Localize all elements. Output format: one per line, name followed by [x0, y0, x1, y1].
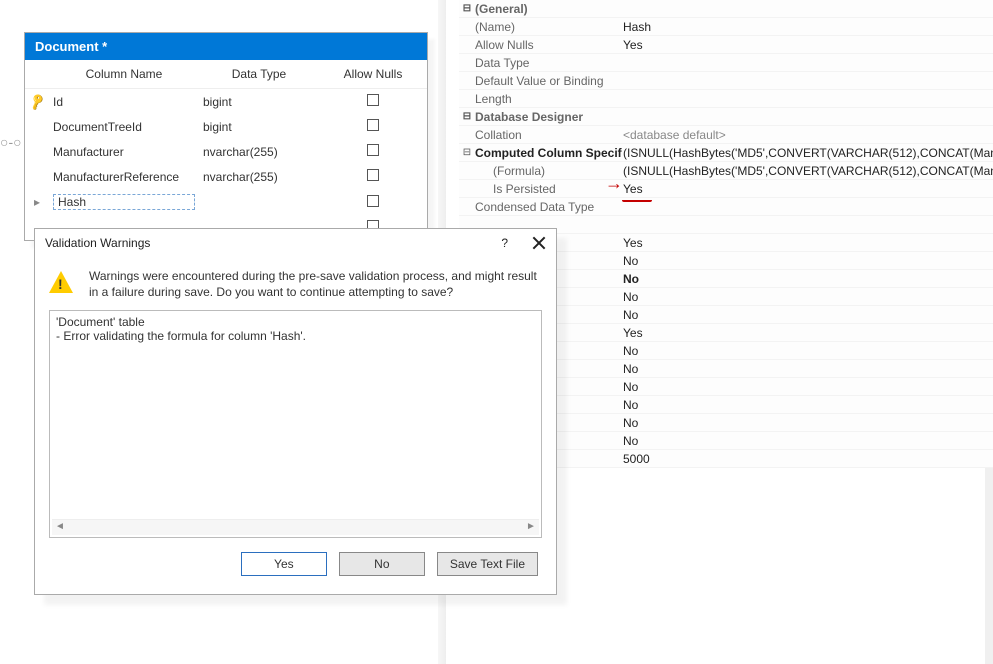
category-designer: Database Designer [475, 110, 623, 124]
checkbox-allow-nulls[interactable] [367, 119, 379, 131]
cell-name[interactable]: Id [49, 89, 199, 115]
cell-type[interactable]: nvarchar(255) [199, 164, 319, 189]
warning-line: 'Document' table [56, 315, 535, 329]
collapse-icon[interactable]: ⊟ [459, 111, 475, 122]
prop-name: (Name) [475, 20, 623, 34]
cell-name[interactable]: Manufacturer [49, 139, 199, 164]
cell-name[interactable]: ManufacturerReference [49, 164, 199, 189]
prop-formula: (Formula) [475, 164, 623, 178]
help-button[interactable]: ? [501, 236, 508, 250]
prop-collation-value[interactable]: <database default> [623, 128, 993, 142]
cell-type[interactable]: bigint [199, 114, 319, 139]
annotation-arrow: → [605, 173, 623, 194]
cell-type[interactable] [199, 189, 319, 215]
checkbox-allow-nulls[interactable] [367, 169, 379, 181]
scroll-left-icon[interactable]: ◄ [52, 520, 68, 534]
table-row[interactable]: 🔑 Id bigint [25, 89, 427, 115]
key-icon: 🔑 [27, 92, 46, 111]
warning-line: - Error validating the formula for colum… [56, 329, 535, 343]
cell-name[interactable]: DocumentTreeId [49, 114, 199, 139]
horizontal-scrollbar[interactable]: ◄ ► [52, 519, 539, 535]
cell-type[interactable]: bigint [199, 89, 319, 115]
table-row[interactable]: ManufacturerReference nvarchar(255) [25, 164, 427, 189]
prop-computed-spec-value[interactable]: (ISNULL(HashBytes('MD5',CONVERT(VARCHAR(… [623, 146, 993, 160]
no-button[interactable]: No [339, 552, 425, 576]
annotation-underline [622, 200, 652, 202]
table-row[interactable]: DocumentTreeId bigint [25, 114, 427, 139]
cell-name-selected[interactable]: Hash [53, 194, 195, 210]
prop-condensed-type: Condensed Data Type [475, 200, 623, 214]
yes-button[interactable]: Yes [241, 552, 327, 576]
category-general: (General) [475, 2, 623, 16]
prop-collation: Collation [475, 128, 623, 142]
warning-icon [49, 271, 73, 293]
row-selector-icon: ▸ [25, 189, 49, 215]
dialog-title: Validation Warnings [45, 236, 150, 250]
table-title: Document * [25, 33, 427, 60]
save-text-file-button[interactable]: Save Text File [437, 552, 538, 576]
table-row[interactable]: Manufacturer nvarchar(255) [25, 139, 427, 164]
close-icon[interactable] [532, 236, 546, 250]
prop-computed-spec: Computed Column Specif [475, 146, 623, 160]
checkbox-allow-nulls[interactable] [367, 144, 379, 156]
prop-formula-value[interactable]: (ISNULL(HashBytes('MD5',CONVERT(VARCHAR(… [623, 164, 993, 178]
prop-length: Length [475, 92, 623, 106]
header-data-type: Data Type [199, 60, 319, 89]
table-columns-grid[interactable]: Column Name Data Type Allow Nulls 🔑 Id b… [25, 60, 427, 240]
prop-name-value[interactable]: Hash [623, 20, 993, 34]
cell-type[interactable]: nvarchar(255) [199, 139, 319, 164]
prop-data-type: Data Type [475, 56, 623, 70]
collapse-icon[interactable]: ⊟ [459, 147, 475, 158]
checkbox-allow-nulls[interactable] [367, 94, 379, 106]
prop-is-persisted-value[interactable]: Yes [623, 182, 993, 196]
table-designer-panel: Document * Column Name Data Type Allow N… [24, 32, 428, 241]
prop-allow-nulls: Allow Nulls [475, 38, 623, 52]
collapse-icon[interactable]: ⊟ [459, 3, 475, 14]
table-row[interactable]: ▸ Hash [25, 189, 427, 215]
relation-connector: ○-○ [0, 134, 22, 150]
scroll-right-icon[interactable]: ► [523, 520, 539, 534]
dialog-message: Warnings were encountered during the pre… [89, 269, 542, 300]
header-column-name: Column Name [49, 60, 199, 89]
prop-is-persisted: Is Persisted [475, 182, 623, 196]
prop-allow-nulls-value[interactable]: Yes [623, 38, 993, 52]
header-allow-nulls: Allow Nulls [319, 60, 427, 89]
warnings-textarea[interactable]: 'Document' table - Error validating the … [49, 310, 542, 538]
validation-warnings-dialog: Validation Warnings ? Warnings were enco… [34, 228, 557, 595]
prop-default-value: Default Value or Binding [475, 74, 623, 88]
checkbox-allow-nulls[interactable] [367, 195, 379, 207]
